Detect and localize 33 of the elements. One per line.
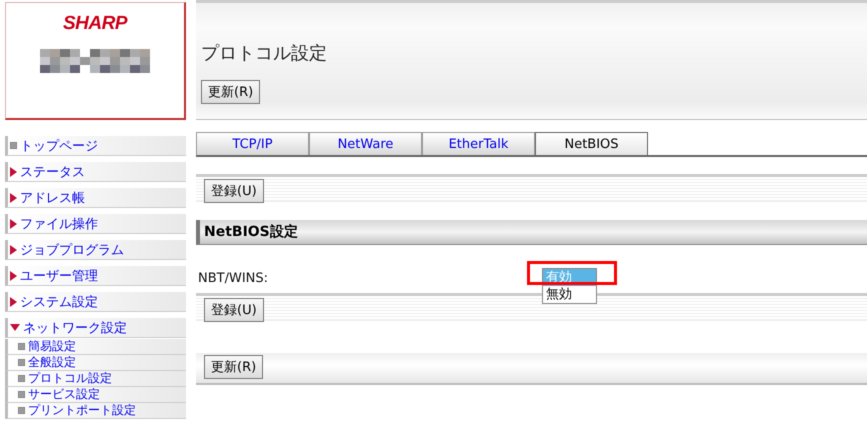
sidebar-item[interactable]: ジョブプログラム xyxy=(5,240,186,260)
refresh-button[interactable]: 更新(R) xyxy=(204,355,264,379)
tab[interactable]: EtherTalk xyxy=(422,132,535,155)
page-title: プロトコル設定 xyxy=(201,42,328,65)
sidebar-item[interactable]: 簡易設定 xyxy=(5,339,186,355)
square-bullet-icon xyxy=(10,142,17,149)
square-bullet-icon xyxy=(18,343,25,350)
sidebar-item[interactable]: トップページ xyxy=(5,136,186,156)
register-button[interactable]: 登録(U) xyxy=(204,298,264,322)
field-label: NBT/WINS: xyxy=(198,270,268,286)
refresh-button[interactable]: 更新(R) xyxy=(201,80,260,104)
sidebar-item[interactable]: アドレス帳 xyxy=(5,188,186,208)
sidebar-item[interactable]: ステータス xyxy=(5,162,186,182)
square-bullet-icon xyxy=(18,375,25,382)
section-heading: NetBIOS設定 xyxy=(196,220,867,245)
dropdown-list[interactable]: 有効 無効 xyxy=(542,268,597,304)
sidebar-item[interactable]: ユーザー管理 xyxy=(5,266,186,286)
sidebar-item[interactable]: サービス設定 xyxy=(5,387,186,403)
sidebar-item[interactable]: プロトコル設定 xyxy=(5,371,186,387)
square-bullet-icon xyxy=(18,391,25,398)
sidebar-item[interactable]: プリントポート設定 xyxy=(5,403,186,419)
tab[interactable]: NetWare xyxy=(309,132,422,155)
sidebar-item[interactable]: ファイル操作 xyxy=(5,214,186,234)
register-button[interactable]: 登録(U) xyxy=(204,179,264,203)
brand-logo: SHARP xyxy=(62,13,127,35)
dropdown-option[interactable]: 無効 xyxy=(543,286,596,303)
sidebar-item[interactable]: 全般設定 xyxy=(5,355,186,371)
sidebar-item[interactable]: ネットワーク設定 xyxy=(5,318,186,338)
square-bullet-icon xyxy=(18,359,25,366)
tab[interactable]: NetBIOS xyxy=(535,132,648,155)
square-bullet-icon xyxy=(18,407,25,414)
tab[interactable]: TCP/IP xyxy=(196,132,309,155)
sidebar-item[interactable]: システム設定 xyxy=(5,292,186,312)
